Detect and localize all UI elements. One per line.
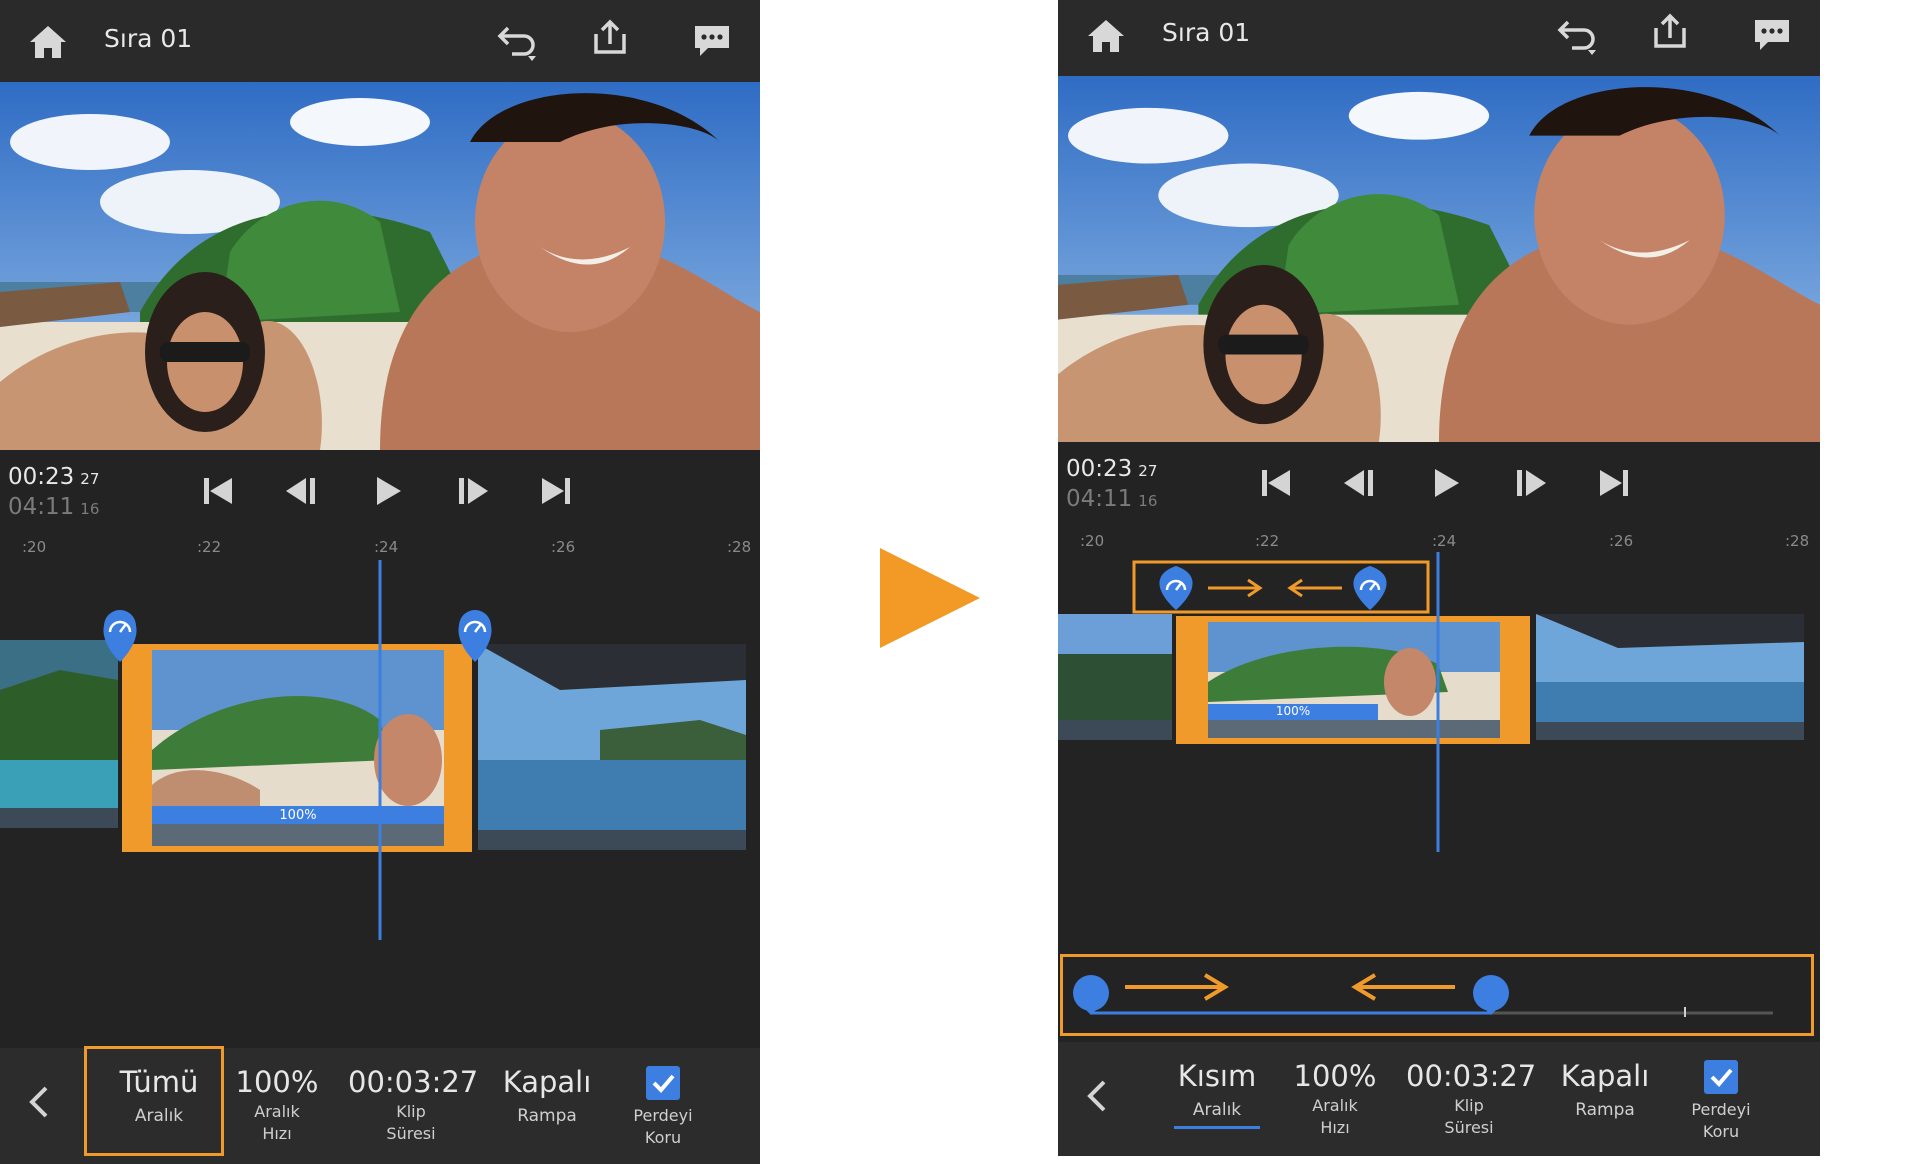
top-bar: Sıra 01 (0, 0, 760, 82)
transport-controls: 00:23 27 04:11 16 (1058, 442, 1820, 532)
ruler-tick-label: :20 (22, 538, 47, 556)
range-option-highlight (84, 1046, 224, 1156)
video-preview[interactable] (0, 82, 760, 450)
range-slider[interactable] (1060, 954, 1814, 1036)
range-end-handle[interactable] (1473, 975, 1509, 1015)
step-back-icon[interactable] (1340, 464, 1380, 502)
option-ramp[interactable]: Kapalı Rampa (484, 1064, 610, 1126)
clip-island[interactable] (1058, 614, 1172, 740)
option-ramp[interactable]: Kapalı Rampa (1542, 1058, 1668, 1120)
speed-options-bar: Tümü Aralık 100% Aralık Hızı 00:03:27 Kl… (0, 1046, 760, 1164)
preview-frame-image (1058, 76, 1820, 442)
share-icon[interactable] (590, 18, 630, 58)
total-duration: 04:11 16 (1066, 486, 1158, 512)
option-preserve-pitch[interactable]: Perdeyi Koru (600, 1064, 726, 1148)
option-preserve-pitch[interactable]: Perdeyi Koru (1658, 1058, 1784, 1142)
option-range[interactable]: Kısım Aralık (1154, 1058, 1280, 1129)
ruler-tick-label: :26 (1609, 532, 1634, 550)
home-icon[interactable] (1084, 16, 1128, 56)
chevron-left-icon[interactable] (26, 1082, 52, 1122)
checkbox-checked-icon[interactable] (646, 1066, 680, 1100)
play-icon[interactable] (368, 472, 408, 510)
speed-marker-start-icon[interactable] (1159, 566, 1193, 610)
share-icon[interactable] (1650, 12, 1690, 52)
timeline-track[interactable]: 100% (0, 560, 760, 940)
sequence-title: Sıra 01 (104, 24, 193, 53)
step-back-icon[interactable] (282, 472, 322, 510)
current-timecode: 00:23 27 (1066, 456, 1158, 482)
timeline-track[interactable]: 100% (1058, 552, 1820, 932)
clip-speed-label: 100% (1275, 704, 1311, 718)
skip-start-icon[interactable] (1256, 464, 1296, 502)
ruler-tick-label: :28 (1785, 532, 1810, 550)
chat-icon[interactable] (692, 22, 732, 60)
option-clip-duration[interactable]: 00:03:27 Klip Süresi (1406, 1058, 1536, 1138)
ruler-tick-label: :24 (374, 538, 399, 556)
editor-screen-after: Sıra 01 00:23 27 04:11 16:20:22:24:2… (1058, 0, 1820, 1156)
clip-speed-label: 100% (279, 808, 317, 823)
preview-frame-image (0, 82, 760, 450)
option-clip-duration[interactable]: 00:03:27 Klip Süresi (348, 1064, 478, 1144)
transport-controls: 00:23 27 04:11 16 (0, 450, 760, 540)
ruler-tick-label: :22 (197, 538, 222, 556)
step-forward-icon[interactable] (1510, 464, 1550, 502)
play-arrow-icon (880, 548, 980, 648)
top-bar: Sıra 01 (1058, 0, 1820, 76)
editor-screen-before: Sıra 01 00:23 27 04:11 16:20:22:24:2… (0, 0, 760, 1164)
clip-island[interactable] (0, 640, 118, 828)
ruler-tick-label: :20 (1080, 532, 1105, 550)
speed-options-bar: Kısım Aralık 100% Aralık Hızı 00:03:27 K… (1058, 1042, 1820, 1156)
current-timecode: 00:23 27 (8, 464, 100, 490)
chevron-left-icon[interactable] (1084, 1076, 1110, 1116)
ruler-tick-label: :26 (551, 538, 576, 556)
ruler-tick-label: :22 (1255, 532, 1280, 550)
ruler-tick-label: :24 (1432, 532, 1457, 550)
skip-end-icon[interactable] (536, 472, 576, 510)
checkbox-checked-icon[interactable] (1704, 1060, 1738, 1094)
undo-icon[interactable] (1554, 16, 1598, 56)
clip-boat[interactable] (1536, 614, 1804, 740)
home-icon[interactable] (26, 22, 70, 62)
range-start-handle[interactable] (1073, 975, 1109, 1015)
chat-icon[interactable] (1752, 16, 1792, 54)
undo-icon[interactable] (494, 22, 538, 62)
selected-tab-indicator (1174, 1126, 1260, 1129)
ruler-tick-label: :28 (727, 538, 752, 556)
clip-beach-selected[interactable] (1176, 616, 1530, 744)
total-duration: 04:11 16 (8, 494, 100, 520)
skip-end-icon[interactable] (1594, 464, 1634, 502)
video-preview[interactable] (1058, 76, 1820, 442)
sequence-title: Sıra 01 (1162, 18, 1251, 47)
step-forward-icon[interactable] (452, 472, 492, 510)
option-range-speed[interactable]: 100% Aralık Hızı (214, 1064, 340, 1144)
clip-boat[interactable] (478, 644, 746, 850)
skip-start-icon[interactable] (198, 472, 238, 510)
speed-marker-end-icon[interactable] (1353, 566, 1387, 610)
play-icon[interactable] (1426, 464, 1466, 502)
option-range-speed[interactable]: 100% Aralık Hızı (1272, 1058, 1398, 1138)
